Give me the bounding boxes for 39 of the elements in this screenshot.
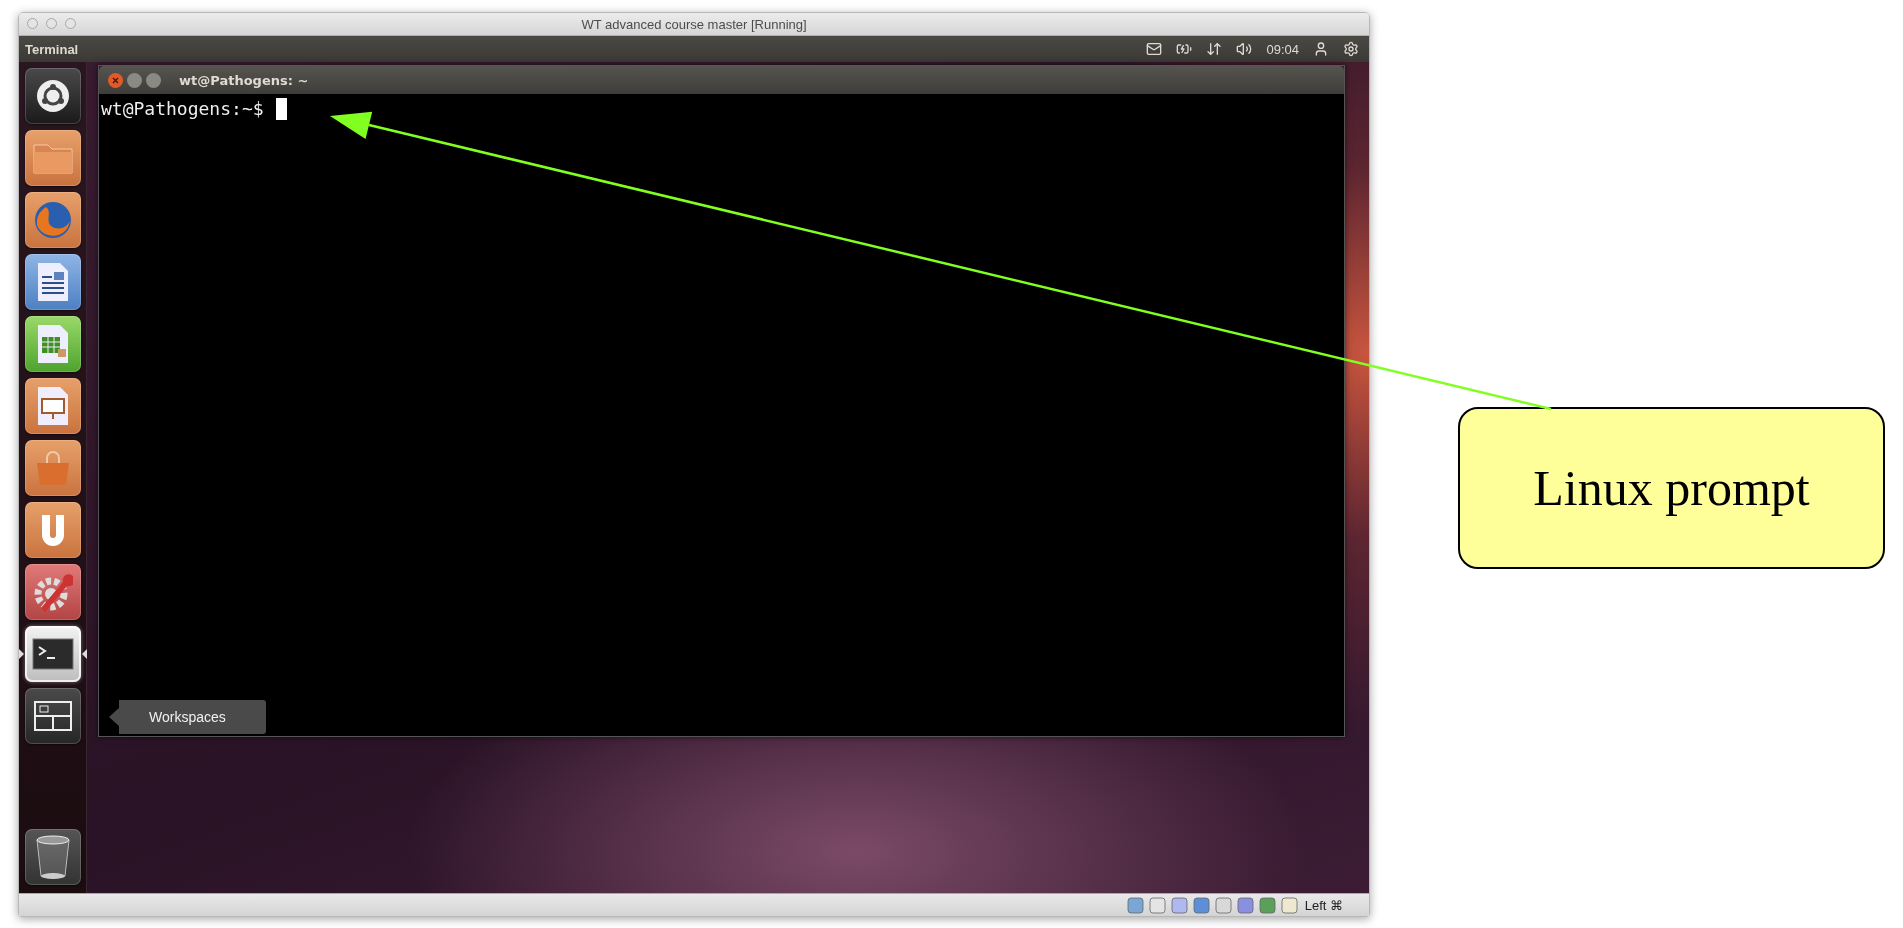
document-icon bbox=[35, 261, 70, 303]
window-title: WT advanced course master [Running] bbox=[581, 16, 807, 32]
folder-icon bbox=[31, 141, 74, 175]
trash-launcher-button[interactable] bbox=[24, 829, 81, 885]
launcher-tooltip: Workspaces bbox=[109, 700, 266, 734]
software-center-launcher-button[interactable] bbox=[24, 440, 81, 496]
cross-icon bbox=[112, 76, 119, 84]
settings-icon bbox=[32, 572, 73, 612]
calc-launcher-button[interactable] bbox=[24, 316, 81, 372]
workspaces-icon bbox=[33, 701, 72, 731]
impress-launcher-button[interactable] bbox=[24, 378, 81, 434]
shell-prompt: wt@Pathogens:~$ bbox=[101, 98, 264, 120]
app-name: Terminal bbox=[25, 41, 79, 57]
settings-icon[interactable] bbox=[1343, 41, 1359, 57]
spreadsheet-icon bbox=[35, 323, 70, 365]
active-indicator-icon bbox=[81, 649, 87, 659]
maximize-button[interactable] bbox=[146, 72, 161, 88]
minimize-button[interactable] bbox=[127, 72, 142, 88]
clock[interactable]: 09:04 bbox=[1266, 41, 1299, 57]
presentation-icon bbox=[35, 385, 70, 427]
circle-of-friends-icon bbox=[35, 79, 70, 113]
browser-launcher-button[interactable] bbox=[24, 192, 81, 248]
terminal-title: wt@Pathogens: ~ bbox=[179, 72, 309, 88]
host-key-label: Left ⌘ bbox=[1304, 897, 1343, 913]
text-cursor bbox=[275, 98, 287, 120]
writer-launcher-button[interactable] bbox=[24, 254, 81, 310]
volume-icon[interactable] bbox=[1236, 41, 1253, 57]
cloud-launcher-button[interactable] bbox=[24, 502, 81, 558]
terminal-icon bbox=[31, 638, 74, 670]
callout-box: Linux prompt bbox=[1458, 407, 1885, 569]
mail-icon[interactable] bbox=[1146, 41, 1163, 57]
battery-icon[interactable] bbox=[1176, 41, 1193, 57]
settings-launcher-button[interactable] bbox=[24, 564, 81, 620]
workspaces-launcher-button[interactable] bbox=[24, 688, 81, 744]
close-button[interactable] bbox=[108, 72, 123, 88]
user-icon[interactable] bbox=[1313, 41, 1329, 57]
files-launcher-button[interactable] bbox=[24, 130, 81, 186]
dash-launcher-button[interactable] bbox=[24, 68, 81, 124]
terminal-launcher-button[interactable] bbox=[24, 626, 81, 682]
